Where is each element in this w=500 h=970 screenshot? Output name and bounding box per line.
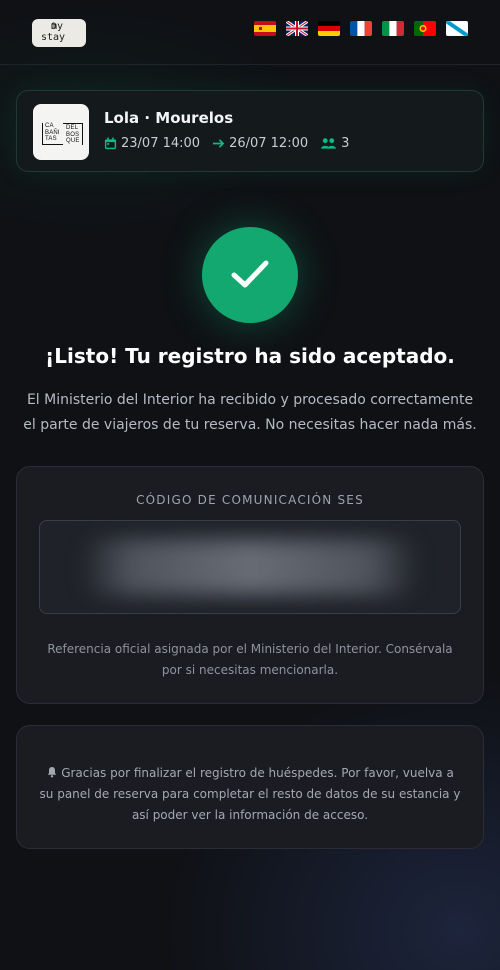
flag-uk-icon[interactable] xyxy=(286,21,308,36)
flag-pt-icon[interactable] xyxy=(414,21,436,36)
info-message: Gracias por finalizar el registro de hué… xyxy=(39,763,461,826)
ses-code-obscured xyxy=(80,539,420,595)
ses-code-box[interactable] xyxy=(39,520,461,614)
flag-de-icon[interactable] xyxy=(318,21,340,36)
flag-it-icon[interactable] xyxy=(382,21,404,36)
users-icon xyxy=(321,138,337,149)
ses-code-label: CÓDIGO DE COMUNICACIÓN SES xyxy=(136,493,364,507)
mystay-logo[interactable]: O my stay xyxy=(32,19,86,47)
booking-summary-card: CA BAÑI TAS DEL BOS QUE Lola · Mourelos … xyxy=(16,90,484,172)
guest-count: 3 xyxy=(341,136,350,151)
ses-code-note: Referencia oficial asignada por el Minis… xyxy=(47,642,453,677)
success-check-icon xyxy=(202,227,298,323)
flag-es-icon[interactable] xyxy=(254,21,276,36)
language-selector xyxy=(254,21,468,36)
booking-meta: 23/07 14:00 26/07 12:00 3 xyxy=(104,136,361,151)
success-title: ¡Listo! Tu registro ha sido aceptado. xyxy=(45,344,455,368)
flag-gl-icon[interactable] xyxy=(446,21,468,36)
property-logo: CA BAÑI TAS DEL BOS QUE xyxy=(33,104,89,160)
info-card: Gracias por finalizar el registro de hué… xyxy=(16,725,484,849)
calendar-icon xyxy=(104,137,117,150)
checkin-datetime: 23/07 14:00 xyxy=(121,136,201,151)
flag-fr-icon[interactable] xyxy=(350,21,372,36)
checkout-datetime: 26/07 12:00 xyxy=(229,136,309,151)
bell-icon xyxy=(47,767,57,778)
arrow-right-icon xyxy=(212,139,225,148)
ses-code-card: CÓDIGO DE COMUNICACIÓN SES Referencia of… xyxy=(16,466,484,704)
top-bar: O my stay xyxy=(0,0,500,65)
info-text: Gracias por finalizar el registro de hué… xyxy=(39,766,461,822)
success-message: El Ministerio del Interior ha recibido y… xyxy=(23,392,477,433)
guest-name: Lola · Mourelos xyxy=(104,109,234,127)
